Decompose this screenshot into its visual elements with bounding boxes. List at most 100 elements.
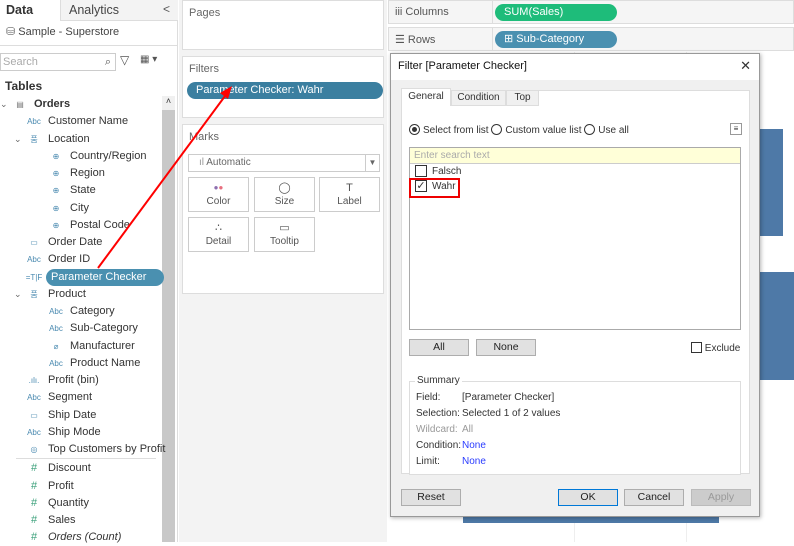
dialog-title: Filter [Parameter Checker] — [391, 54, 759, 80]
field-ship-date[interactable]: ▭ Ship Date — [14, 407, 96, 424]
divider — [16, 458, 156, 459]
close-icon[interactable]: ✕ — [740, 58, 751, 74]
checkbox-unchecked[interactable] — [415, 165, 427, 177]
field-region[interactable]: ⊕ Region — [36, 165, 105, 182]
field-parameter-checker[interactable]: =T|F Parameter Checker — [14, 268, 165, 286]
field-discount[interactable]: # Discount — [14, 460, 91, 477]
string-type-icon: Abc — [27, 427, 41, 437]
summary-value: Selected 1 of 2 values — [462, 408, 561, 419]
field-orders-count-[interactable]: # Orders (Count) — [14, 529, 121, 546]
values-list: Enter search text Falsch ✓ Wahr — [409, 147, 741, 330]
value-label: Falsch — [432, 166, 462, 177]
field-label: Ship Date — [48, 408, 97, 421]
field-label: Parameter Checker — [46, 268, 165, 286]
ok-button[interactable]: OK — [558, 489, 618, 506]
tooltip-mark-button[interactable]: ▭ Tooltip — [254, 217, 315, 252]
field-profit-bin-[interactable]: .ılı. Profit (bin) — [14, 372, 99, 389]
list-options-icon[interactable]: ≡ — [730, 123, 742, 135]
field-customer-name[interactable]: Abc Customer Name — [14, 113, 128, 130]
value-search-input[interactable]: Enter search text — [410, 148, 740, 164]
sum-sales-pill[interactable]: SUM(Sales) — [495, 4, 617, 21]
filter-dialog: Filter [Parameter Checker] ✕ General Con… — [390, 53, 760, 517]
field-label: Sales — [48, 514, 76, 526]
sub-category-pill[interactable]: ⊞ Sub-Category — [495, 31, 617, 48]
mark-type-value: Automatic — [206, 157, 251, 168]
view-options-icon[interactable]: ▦ ▾ — [140, 54, 157, 65]
scroll-up-icon[interactable]: ˄ — [162, 96, 175, 110]
filter-pill-parameter-checker[interactable]: Parameter Checker: Wahr — [187, 82, 383, 99]
summary-key: Field: — [416, 392, 441, 403]
pages-card: Pages — [182, 0, 384, 50]
string-type-icon: Abc — [27, 393, 41, 403]
label-mark-button[interactable]: T Label — [319, 177, 380, 212]
field-state[interactable]: ⊕ State — [36, 182, 96, 199]
tab-condition[interactable]: Condition — [451, 90, 506, 106]
datasource[interactable]: ⛁ Sample - Superstore — [6, 25, 119, 38]
bin-icon: .ılı. — [28, 376, 40, 385]
radio-select-from-list[interactable]: Select from list — [409, 124, 489, 136]
detail-mark-button[interactable]: ∴ Detail — [188, 217, 249, 252]
field-label: Quantity — [48, 496, 89, 509]
field-sub-category[interactable]: Abc Sub-Category — [36, 320, 138, 337]
all-button[interactable]: All — [409, 339, 469, 356]
cancel-button[interactable]: Cancel — [624, 489, 684, 506]
field-search-input[interactable]: Search ⌕ — [0, 53, 116, 71]
tab-data[interactable]: Data — [0, 0, 60, 21]
field-label: State — [70, 184, 96, 197]
mark-button-label: Label — [337, 196, 362, 207]
paperclip-icon: ⌀ — [53, 341, 59, 351]
field-top-customers-by-profit[interactable]: ◎ Top Customers by Profit — [14, 441, 166, 458]
color-mark-button[interactable]: ●● Color — [188, 177, 249, 212]
field-label: Profit — [48, 479, 74, 492]
boolean-icon: =T|F — [25, 272, 43, 282]
field-profit[interactable]: # Profit — [14, 478, 74, 495]
tab-general[interactable]: General — [401, 88, 451, 106]
field-city[interactable]: ⊕ City — [36, 200, 89, 217]
tab-analytics[interactable]: Analytics — [60, 0, 178, 21]
field-label: Manufacturer — [70, 339, 135, 352]
summary-value[interactable]: None — [462, 440, 486, 451]
radio-use-all[interactable]: Use all — [584, 124, 629, 136]
chevron-down-icon[interactable]: ⌄ — [0, 96, 10, 113]
hierarchy-icon: 품 — [30, 134, 38, 144]
marks-title: Marks — [189, 131, 219, 143]
filter-icon[interactable]: ▽ — [120, 53, 129, 67]
summary-value[interactable]: None — [462, 456, 486, 467]
field-product-name[interactable]: Abc Product Name — [36, 355, 140, 372]
chevron-down-icon[interactable]: ⌄ — [14, 131, 24, 148]
exclude-checkbox[interactable]: Exclude — [691, 342, 740, 354]
field-country-region[interactable]: ⊕ Country/Region — [36, 148, 147, 165]
field-quantity[interactable]: # Quantity — [14, 495, 89, 512]
field-category[interactable]: Abc Category — [36, 303, 115, 320]
chevron-down-icon[interactable]: ⌄ — [14, 286, 24, 303]
field-orders[interactable]: ⌄ ▤ Orders — [0, 96, 70, 113]
field-segment[interactable]: Abc Segment — [14, 389, 92, 406]
mark-button-label: Color — [206, 196, 231, 207]
value-item-falsch[interactable]: Falsch — [410, 164, 740, 179]
globe-icon: ⊕ — [52, 220, 60, 230]
summary-heading: Summary — [415, 375, 462, 386]
tab-top[interactable]: Top — [506, 90, 539, 106]
field-location[interactable]: ⌄ 품 Location — [14, 131, 90, 148]
apply-button[interactable]: Apply — [691, 489, 751, 506]
filters-card: Filters Parameter Checker: Wahr — [182, 56, 384, 118]
field-postal-code[interactable]: ⊕ Postal Code — [36, 217, 130, 234]
field-manufacturer[interactable]: ⌀ Manufacturer — [36, 338, 135, 355]
none-button[interactable]: None — [476, 339, 536, 356]
size-mark-button[interactable]: ◯ Size — [254, 177, 315, 212]
field-ship-mode[interactable]: Abc Ship Mode — [14, 424, 101, 441]
mark-type-dropdown[interactable]: ıl Automatic ▼ — [188, 154, 380, 172]
collapse-pane-button[interactable]: < — [163, 2, 170, 16]
database-icon: ⛁ — [6, 26, 19, 38]
field-sales[interactable]: # Sales — [14, 512, 76, 529]
bar[interactable] — [760, 129, 783, 236]
reset-button[interactable]: Reset — [401, 489, 461, 506]
field-order-id[interactable]: Abc Order ID — [14, 251, 90, 268]
field-order-date[interactable]: ▭ Order Date — [14, 234, 102, 251]
field-product[interactable]: ⌄ 품 Product — [14, 286, 86, 303]
scrollbar[interactable]: ˄ — [162, 96, 175, 542]
radio-custom-value-list[interactable]: Custom value list — [491, 124, 582, 136]
field-label: Product Name — [70, 356, 141, 369]
globe-icon: ⊕ — [52, 186, 60, 196]
bar[interactable] — [760, 272, 794, 380]
